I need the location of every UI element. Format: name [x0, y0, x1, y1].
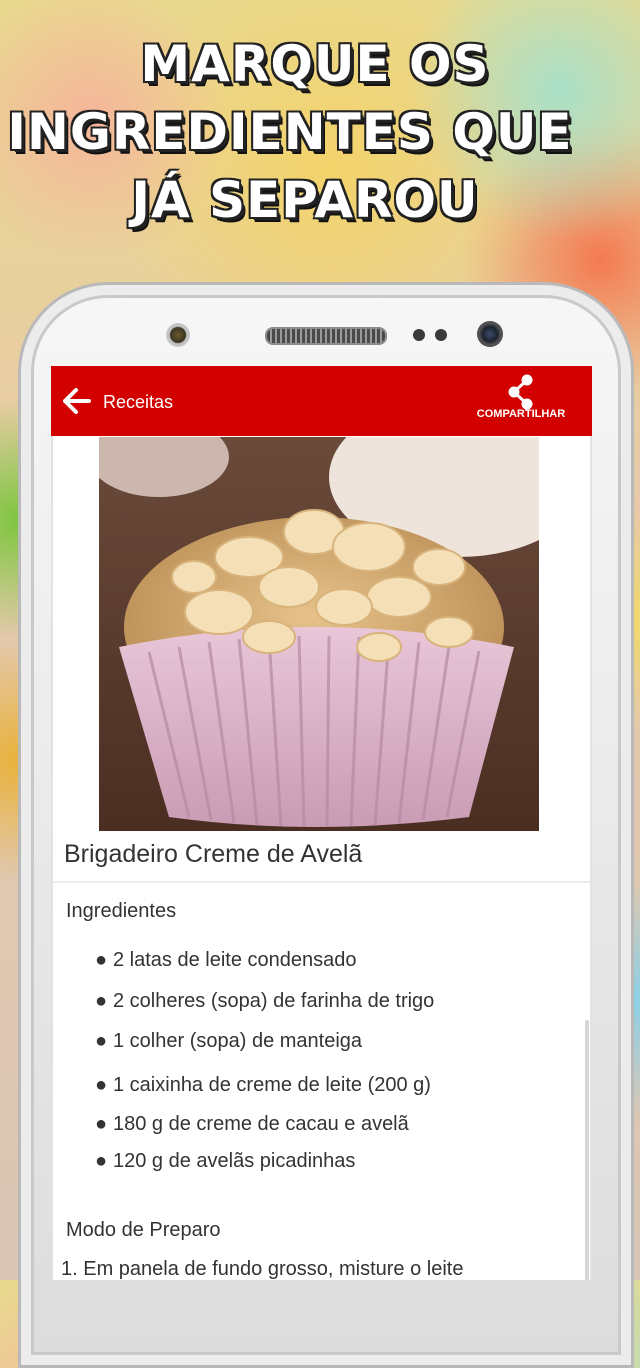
bullet: ● [95, 949, 108, 971]
ingredient-text: 2 latas de leite condensado [113, 949, 357, 971]
recipe-title: Brigadeiro Creme de Avelã [64, 840, 363, 868]
bullet: ● [95, 1113, 108, 1135]
front-camera [477, 321, 503, 347]
preparation-step: 1. Em panela de fundo grosso, misture o … [61, 1258, 464, 1280]
ingredient-text: 1 caixinha de creme de leite (200 g) [113, 1074, 431, 1096]
divider [53, 881, 590, 883]
ingredient-text: 1 colher (sopa) de manteiga [113, 1030, 363, 1052]
ingredients-heading: Ingredientes [66, 900, 177, 922]
ingredient-item[interactable]: ● 120 g de avelãs picadinhas [95, 1150, 355, 1173]
bullet: ● [95, 1150, 108, 1172]
share-label: COMPARTILHAR [476, 408, 566, 420]
app-screen: Receitas COMPARTILHAR Brigadeiro Creme d… [51, 366, 592, 1280]
ingredient-item[interactable]: ● 2 latas de leite condensado [95, 949, 357, 972]
ingredient-text: 2 colheres (sopa) de farinha de trigo [113, 990, 435, 1012]
bullet: ● [95, 990, 108, 1012]
bullet: ● [95, 1030, 108, 1052]
light-sensor [413, 329, 425, 341]
app-bar-title: Receitas [103, 392, 174, 412]
proximity-sensor [166, 323, 190, 347]
bullet: ● [95, 1074, 108, 1096]
headline-line-2: INGREDIENTES QUE [7, 103, 573, 161]
light-sensor-2 [435, 329, 447, 341]
headline-line-1: MARQUE OS [140, 35, 490, 93]
ingredient-text: 180 g de creme de cacau e avelã [113, 1113, 409, 1135]
share-button[interactable]: COMPARTILHAR [463, 374, 579, 430]
recipe-content[interactable]: Brigadeiro Creme de Avelã Ingredientes ●… [51, 436, 592, 1280]
ingredient-text: 120 g de avelãs picadinhas [113, 1150, 356, 1172]
ingredient-item[interactable]: ● 1 colher (sopa) de manteiga [95, 1030, 362, 1053]
app-bar: Receitas COMPARTILHAR [51, 366, 592, 436]
back-arrow-icon[interactable] [63, 388, 91, 414]
scrollbar[interactable] [585, 1020, 589, 1280]
share-icon [508, 374, 533, 410]
earpiece-speaker [265, 327, 387, 345]
ingredient-item[interactable]: ● 2 colheres (sopa) de farinha de trigo [95, 990, 434, 1013]
ingredient-item[interactable]: ● 1 caixinha de creme de leite (200 g) [95, 1074, 431, 1097]
headline-line-3: JÁ SEPAROU [131, 171, 479, 229]
preparation-heading: Modo de Preparo [66, 1219, 221, 1241]
recipe-photo [99, 437, 539, 831]
ingredient-item[interactable]: ● 180 g de creme de cacau e avelã [95, 1113, 409, 1136]
promo-headline: MARQUE OS INGREDIENTES QUE JÁ SEPAROU [0, 30, 640, 234]
